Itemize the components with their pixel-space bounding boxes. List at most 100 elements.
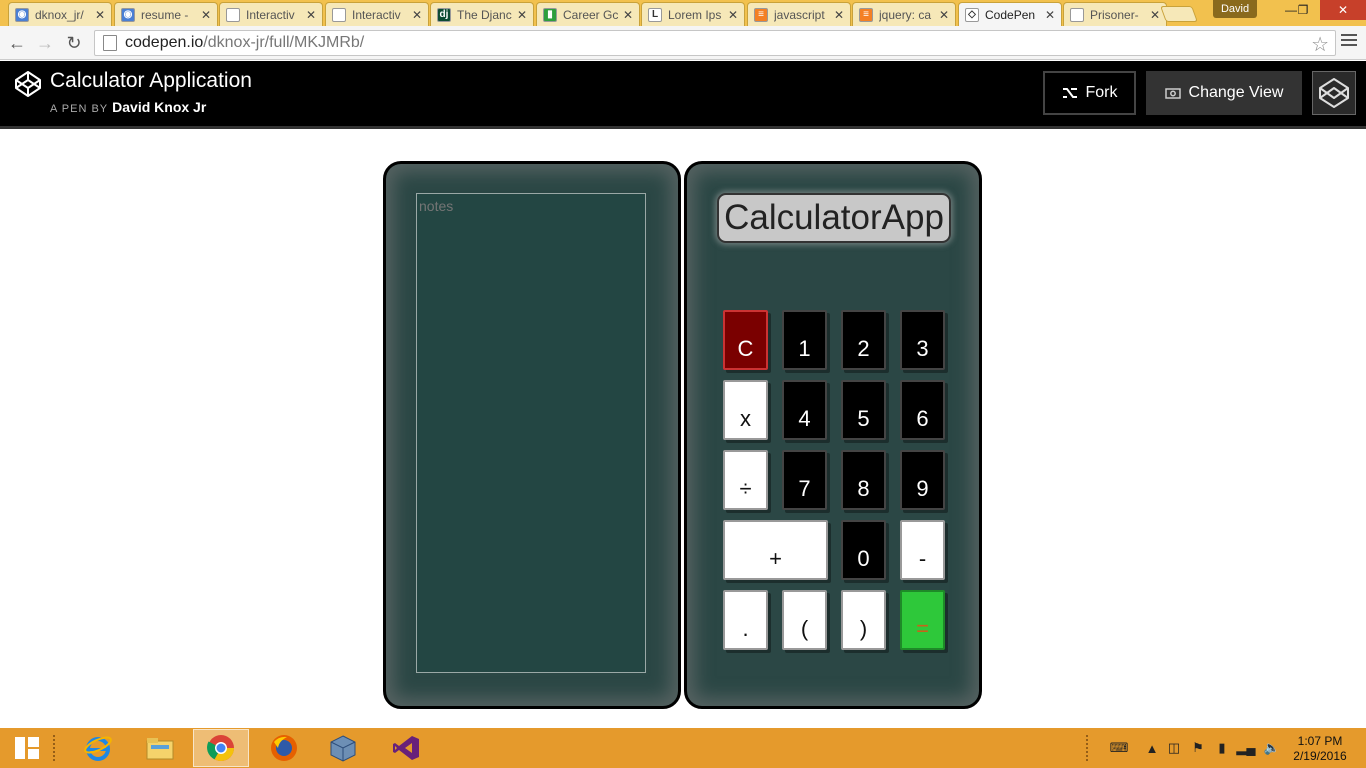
volume-icon[interactable]: 🔈 <box>1264 740 1280 756</box>
tab-close-icon[interactable]: ✕ <box>623 8 635 22</box>
tab-close-icon[interactable]: ✕ <box>1150 8 1162 22</box>
tab-close-icon[interactable]: ✕ <box>306 8 318 22</box>
key-9-button[interactable]: 9 <box>900 450 945 510</box>
equals-button[interactable]: = <box>900 590 945 650</box>
browser-tab[interactable]: ▮ Career Gc ✕ <box>536 2 640 26</box>
plus-button[interactable]: + <box>723 520 828 580</box>
browser-tab[interactable]: ◉ dknox_jr/ ✕ <box>8 2 112 26</box>
tab-title: Interactiv <box>246 7 295 22</box>
action-center-flag-icon[interactable]: ⚑ <box>1190 740 1206 756</box>
tab-close-icon[interactable]: ✕ <box>412 8 424 22</box>
tab-title: resume - <box>141 7 189 22</box>
tab-title: Career Gc <box>563 7 619 22</box>
browser-tab[interactable]: Prisoner- ✕ <box>1063 2 1167 26</box>
system-clock[interactable]: 1:07 PM 2/19/2016 <box>1282 734 1358 764</box>
chrome-menu-icon[interactable] <box>1341 34 1357 50</box>
chrome-icon[interactable] <box>193 729 249 767</box>
user-avatar[interactable] <box>1312 71 1356 115</box>
key-4-button[interactable]: 4 <box>782 380 827 440</box>
restore-icon[interactable]: ❐ <box>1292 0 1314 20</box>
change-view-label: Change View <box>1188 84 1284 101</box>
tab-favicon-icon <box>1070 7 1084 22</box>
tab-favicon-icon: dj <box>437 7 451 22</box>
network-signal-icon[interactable]: ▂▄ <box>1236 740 1255 756</box>
bookmark-star-icon[interactable]: ☆ <box>1311 32 1329 57</box>
virtualbox-icon[interactable] <box>315 729 371 767</box>
key-2-button[interactable]: 2 <box>841 310 886 370</box>
browser-tab[interactable]: ≡ javascript ✕ <box>747 2 851 26</box>
url-text: codepen.io/dknox-jr/full/MKJMRb/ <box>125 34 365 51</box>
page-icon <box>103 35 117 51</box>
author-link[interactable]: David Knox Jr <box>112 99 206 115</box>
notes-panel <box>383 161 681 709</box>
clock-date: 2/19/2016 <box>1293 749 1347 763</box>
notes-textarea[interactable] <box>416 193 646 673</box>
new-tab-button[interactable] <box>1160 6 1198 22</box>
address-bar[interactable]: codepen.io/dknox-jr/full/MKJMRb/ ☆ <box>94 30 1336 56</box>
multiply-button[interactable]: x <box>723 380 768 440</box>
browser-tab[interactable]: Interactiv ✕ <box>325 2 429 26</box>
change-view-button[interactable]: Change View <box>1146 71 1302 115</box>
key-7-button[interactable]: 7 <box>782 450 827 510</box>
show-hidden-icons-icon[interactable]: ▲ <box>1144 740 1160 756</box>
decimal-button[interactable]: . <box>723 590 768 650</box>
tab-close-icon[interactable]: ✕ <box>1045 8 1057 22</box>
tab-close-icon[interactable]: ✕ <box>939 8 951 22</box>
clock-time: 1:07 PM <box>1297 734 1343 748</box>
tab-close-icon[interactable]: ✕ <box>201 8 213 22</box>
tab-title: jquery: ca <box>879 7 932 22</box>
key-0-button[interactable]: 0 <box>841 520 886 580</box>
browser-tab[interactable]: ◇ CodePen ✕ <box>958 2 1062 26</box>
calculator-panel: CalculatorApp C 1 2 3 x 4 5 6 ÷ 7 8 9 + … <box>684 161 982 709</box>
key-3-button[interactable]: 3 <box>900 310 945 370</box>
browser-tab-strip: ◉ dknox_jr/✕ ◉ resume - ✕ Interactiv ✕ Interact… <box>0 0 1366 26</box>
tab-title: Interactiv <box>352 7 401 22</box>
window-close-icon[interactable]: ✕ <box>1320 0 1366 20</box>
start-icon[interactable] <box>14 736 40 760</box>
windows-flag-icon[interactable]: ◫ <box>1166 740 1182 756</box>
forward-icon[interactable]: → <box>34 32 56 54</box>
back-icon[interactable]: ← <box>6 32 28 54</box>
tab-favicon-icon: ≡ <box>859 7 873 22</box>
key-6-button[interactable]: 6 <box>900 380 945 440</box>
browser-tab[interactable]: Interactiv ✕ <box>219 2 323 26</box>
fork-label: Fork <box>1085 84 1118 101</box>
open-paren-button[interactable]: ( <box>782 590 827 650</box>
reload-icon[interactable]: ↻ <box>63 32 85 54</box>
key-8-button[interactable]: 8 <box>841 450 886 510</box>
keyboard-icon[interactable]: ⌨ <box>1104 740 1134 756</box>
file-explorer-icon[interactable] <box>132 729 188 767</box>
fork-icon <box>1062 88 1077 98</box>
tab-close-icon[interactable]: ✕ <box>834 8 846 22</box>
codepen-logo-icon[interactable] <box>14 70 42 98</box>
divide-button[interactable]: ÷ <box>723 450 768 510</box>
power-icon[interactable]: ▮ <box>1214 740 1230 756</box>
browser-tab[interactable]: dj The Djanc ✕ <box>430 2 534 26</box>
browser-tab[interactable]: ◉ resume - ✕ <box>114 2 218 26</box>
close-paren-button[interactable]: ) <box>841 590 886 650</box>
firefox-icon[interactable] <box>256 729 312 767</box>
key-5-button[interactable]: 5 <box>841 380 886 440</box>
tab-close-icon[interactable]: ✕ <box>728 8 740 22</box>
minus-button[interactable]: - <box>900 520 945 580</box>
key-1-button[interactable]: 1 <box>782 310 827 370</box>
profile-button[interactable]: David <box>1213 0 1257 18</box>
tab-favicon-icon <box>332 7 346 22</box>
internet-explorer-icon[interactable] <box>70 729 126 767</box>
browser-tab[interactable]: ≡ jquery: ca ✕ <box>852 2 956 26</box>
browser-tab[interactable]: L Lorem Ips ✕ <box>641 2 745 26</box>
eye-icon <box>1164 88 1181 99</box>
codepen-header: Calculator Application A PEN BY David Kno… <box>0 61 1366 129</box>
tab-title: dknox_jr/ <box>35 7 84 22</box>
tab-close-icon[interactable]: ✕ <box>517 8 529 22</box>
avatar-codepen-icon <box>1319 78 1349 108</box>
tab-favicon-icon: ◇ <box>965 7 979 22</box>
tab-title: Prisoner- <box>1090 7 1139 22</box>
calculator-display: CalculatorApp <box>717 193 951 243</box>
fork-button[interactable]: Fork <box>1043 71 1136 115</box>
tab-title: CodePen <box>985 7 1036 22</box>
tab-title: javascript <box>774 7 825 22</box>
clear-button[interactable]: C <box>723 310 768 370</box>
visual-studio-icon[interactable] <box>378 729 434 767</box>
tab-close-icon[interactable]: ✕ <box>95 8 107 22</box>
